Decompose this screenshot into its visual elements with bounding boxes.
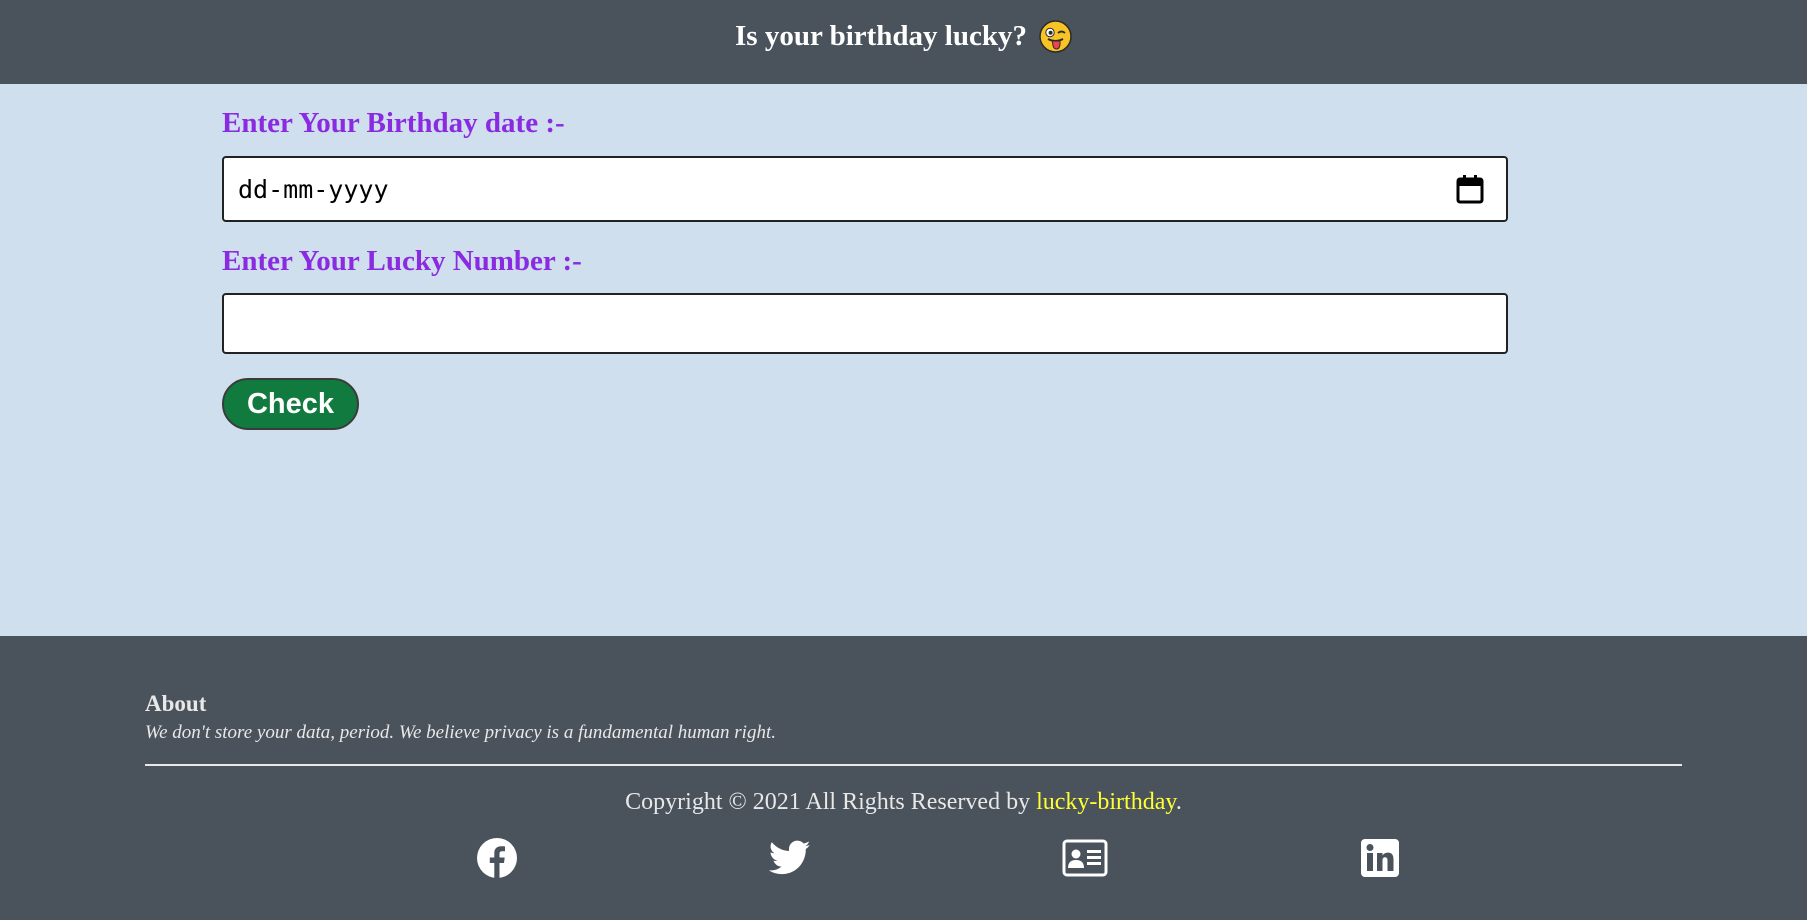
page-title: Is your birthday lucky? — [735, 20, 1072, 53]
facebook-icon — [476, 837, 518, 884]
linkedin-link[interactable] — [1358, 838, 1402, 882]
site-header: Is your birthday lucky? — [0, 0, 1807, 84]
about-title: About — [145, 691, 207, 716]
page-title-text: Is your birthday lucky? — [735, 19, 1027, 52]
main-content: Enter Your Birthday date :- dd-mm-yyyy E… — [0, 84, 1807, 636]
birthday-label: Enter Your Birthday date :- — [222, 107, 565, 139]
birthday-date-input[interactable]: dd-mm-yyyy — [222, 156, 1508, 222]
winking-tongue-emoji-icon — [1039, 19, 1072, 53]
birthday-date-placeholder: dd-mm-yyyy — [238, 175, 389, 204]
portfolio-card-icon — [1062, 839, 1108, 882]
portfolio-link[interactable] — [1062, 838, 1108, 882]
twitter-icon — [768, 840, 811, 881]
check-button[interactable]: Check — [222, 378, 359, 430]
site-footer: About We don't store your data, period. … — [0, 636, 1807, 920]
copyright-suffix: . — [1175, 789, 1182, 815]
lucky-number-label: Enter Your Lucky Number :- — [222, 245, 582, 277]
footer-divider — [145, 764, 1682, 766]
copyright-text: Copyright © 2021 All Rights Reserved by … — [0, 789, 1807, 816]
lucky-number-input[interactable] — [222, 293, 1508, 354]
copyright-prefix: Copyright © 2021 All Rights Reserved by — [625, 789, 1037, 815]
facebook-link[interactable] — [475, 837, 519, 884]
about-text: We don't store your data, period. We bel… — [145, 722, 776, 743]
linkedin-icon — [1361, 838, 1399, 882]
brand-link[interactable]: lucky-birthday — [1036, 789, 1176, 815]
twitter-link[interactable] — [768, 838, 812, 882]
calendar-icon[interactable] — [1456, 174, 1484, 204]
